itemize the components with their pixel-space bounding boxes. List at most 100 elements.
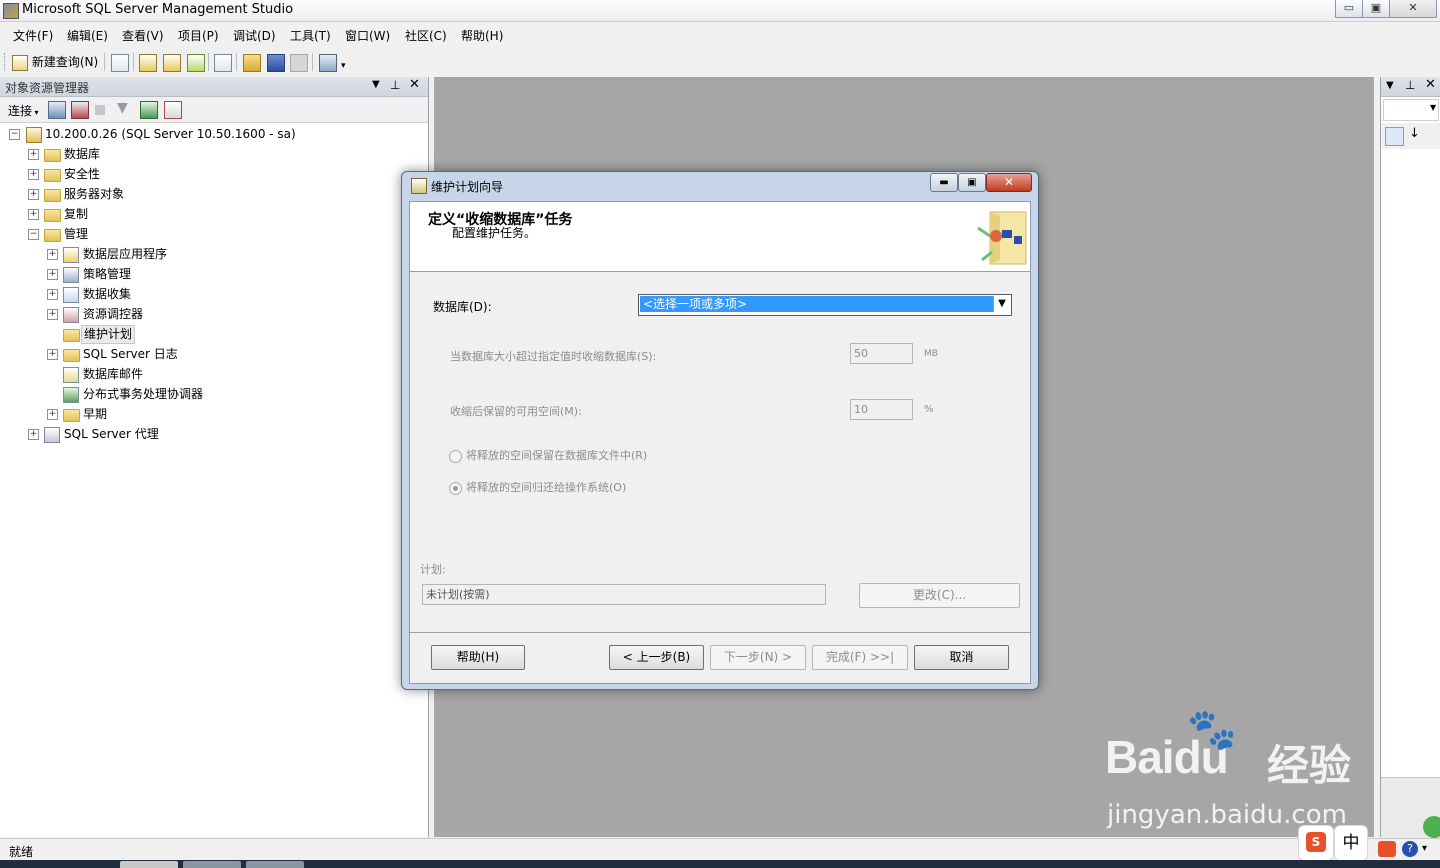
node-label: 管理 — [64, 227, 89, 241]
stop-activity-icon[interactable] — [164, 101, 182, 119]
save-icon[interactable] — [267, 54, 285, 72]
database-engine-query-icon[interactable] — [139, 54, 157, 72]
tree-node-maintenance-plans[interactable]: 维护计划 — [0, 324, 428, 344]
collapse-icon[interactable]: − — [9, 129, 20, 140]
expand-icon[interactable]: + — [47, 349, 58, 360]
database-label: 数据库(D): — [433, 300, 492, 314]
mdx-query-icon[interactable] — [187, 54, 205, 72]
green-orb-icon — [1423, 816, 1440, 838]
expand-icon[interactable]: + — [28, 169, 39, 180]
free-space-input[interactable]: 10 — [850, 399, 913, 420]
dialog-minimize-button[interactable]: ▬ — [930, 173, 958, 192]
open-folder-icon[interactable] — [243, 54, 261, 72]
tree-node-db-mail[interactable]: 数据库邮件 — [0, 364, 428, 384]
tray-overflow-icon[interactable]: ▾ — [1422, 843, 1427, 854]
menu-project[interactable]: 项目(P) — [178, 27, 219, 44]
new-query-button[interactable]: 新建查询(N) — [12, 52, 98, 72]
return-space-label: 将释放的空间归还给操作系统(O) — [466, 481, 627, 494]
taskbar-button[interactable] — [246, 861, 304, 868]
menu-window[interactable]: 窗口(W) — [345, 27, 390, 44]
expand-icon[interactable]: + — [47, 309, 58, 320]
back-button[interactable]: < 上一步(B) — [609, 645, 704, 670]
shrink-threshold-input[interactable]: 50 — [850, 343, 913, 364]
tree-node-databases[interactable]: + 数据库 — [0, 144, 428, 164]
taskbar-button[interactable] — [183, 861, 241, 868]
sogou-ime-button[interactable]: S — [1298, 825, 1334, 861]
tree-node-sql-logs[interactable]: + SQL Server 日志 — [0, 344, 428, 364]
expand-icon[interactable]: + — [47, 249, 58, 260]
return-space-radio[interactable] — [449, 482, 462, 495]
dialog-body: 定义“收缩数据库”任务 配置维护任务。 数据库(D): <选择一项或多项> ▼ — [409, 201, 1031, 684]
pin-icon[interactable]: ⊥ — [1405, 78, 1415, 92]
menu-tools[interactable]: 工具(T) — [290, 27, 331, 44]
panel-dropdown-icon[interactable]: ▼ — [1386, 80, 1394, 91]
expand-icon[interactable]: + — [47, 269, 58, 280]
expand-icon[interactable]: + — [47, 409, 58, 420]
schedule-field: 未计划(按需) — [422, 584, 826, 605]
object-selector[interactable]: ▼ — [1383, 99, 1439, 121]
disconnect-icon[interactable] — [71, 101, 89, 119]
menu-community[interactable]: 社区(C) — [405, 27, 447, 44]
panel-close-icon[interactable]: ✕ — [1425, 77, 1436, 92]
pin-icon[interactable]: ⊥ — [390, 78, 400, 92]
tree-node-resource-governor[interactable]: + 资源调控器 — [0, 304, 428, 324]
database-dropdown[interactable]: <选择一项或多项> ▼ — [638, 294, 1012, 316]
close-button[interactable]: ✕ — [1389, 0, 1437, 18]
menu-debug[interactable]: 调试(D) — [233, 27, 276, 44]
dialog-close-button[interactable]: ✕ — [986, 173, 1032, 192]
minimize-button[interactable]: ▭ — [1335, 0, 1363, 18]
cancel-button[interactable]: 取消 — [914, 645, 1009, 670]
tree-node-dac[interactable]: + 数据层应用程序 — [0, 244, 428, 264]
connect-button[interactable]: 连接 ▾ — [8, 102, 39, 119]
filter-icon[interactable]: ▼ — [117, 100, 128, 116]
tree-node-security[interactable]: + 安全性 — [0, 164, 428, 184]
analysis-query-icon[interactable] — [163, 54, 181, 72]
finish-button[interactable]: 完成(F) >>| — [812, 645, 908, 670]
alphabetical-icon[interactable]: ↓ — [1409, 126, 1420, 141]
expand-icon[interactable]: + — [28, 149, 39, 160]
refresh-icon[interactable] — [140, 101, 158, 119]
tree-node-data-collection[interactable]: + 数据收集 — [0, 284, 428, 304]
new-query-label: 新建查询(N) — [31, 55, 99, 69]
add-file-icon[interactable] — [214, 54, 232, 72]
tree-node-legacy[interactable]: + 早期 — [0, 404, 428, 424]
collapse-icon[interactable]: − — [28, 229, 39, 240]
tree-node-dtc[interactable]: 分布式事务处理协调器 — [0, 384, 428, 404]
expand-icon[interactable]: + — [28, 429, 39, 440]
help-button[interactable]: 帮助(H) — [431, 645, 525, 670]
change-schedule-button[interactable]: 更改(C)... — [859, 583, 1020, 608]
tree-node-replication[interactable]: + 复制 — [0, 204, 428, 224]
menu-edit[interactable]: 编辑(E) — [67, 27, 108, 44]
menu-help[interactable]: 帮助(H) — [461, 27, 503, 44]
retain-space-radio[interactable] — [449, 450, 462, 463]
maximize-button[interactable]: ▣ — [1362, 0, 1390, 18]
tree-node-policy[interactable]: + 策略管理 — [0, 264, 428, 284]
print-icon[interactable] — [290, 54, 308, 72]
expand-icon[interactable]: + — [28, 189, 39, 200]
panel-close-icon[interactable]: ✕ — [409, 77, 420, 92]
tree-node-agent[interactable]: + SQL Server 代理 — [0, 424, 428, 444]
menu-view[interactable]: 查看(V) — [122, 27, 164, 44]
chevron-down-icon[interactable]: ▼ — [993, 296, 1010, 312]
node-label: 策略管理 — [83, 267, 132, 281]
ime-mode-button[interactable]: 中 — [1334, 825, 1368, 861]
categorized-icon[interactable] — [1385, 127, 1404, 146]
help-tray-icon[interactable]: ? — [1402, 841, 1418, 857]
tree-node-server[interactable]: − 10.200.0.26 (SQL Server 10.50.1600 - s… — [0, 124, 428, 144]
dialog-maximize-button[interactable]: ▣ — [958, 173, 986, 192]
sogou-tray-icon[interactable] — [1378, 841, 1396, 857]
expand-icon[interactable]: + — [28, 209, 39, 220]
toolbar-overflow-icon[interactable]: ▾ — [341, 61, 346, 71]
tree-node-management[interactable]: − 管理 — [0, 224, 428, 244]
menu-file[interactable]: 文件(F) — [13, 27, 53, 44]
taskbar-button[interactable] — [120, 861, 178, 868]
activity-monitor-icon[interactable] — [319, 54, 337, 72]
server-label: 10.200.0.26 (SQL Server 10.50.1600 - sa) — [45, 127, 296, 141]
expand-icon[interactable]: + — [47, 289, 58, 300]
panel-dropdown-icon[interactable]: ▼ — [372, 79, 380, 90]
next-button[interactable]: 下一步(N) > — [710, 645, 806, 670]
stop-icon[interactable] — [95, 105, 105, 115]
tree-node-server-objects[interactable]: + 服务器对象 — [0, 184, 428, 204]
new-file-icon[interactable] — [111, 54, 129, 72]
connect-object-explorer-icon[interactable] — [48, 101, 66, 119]
